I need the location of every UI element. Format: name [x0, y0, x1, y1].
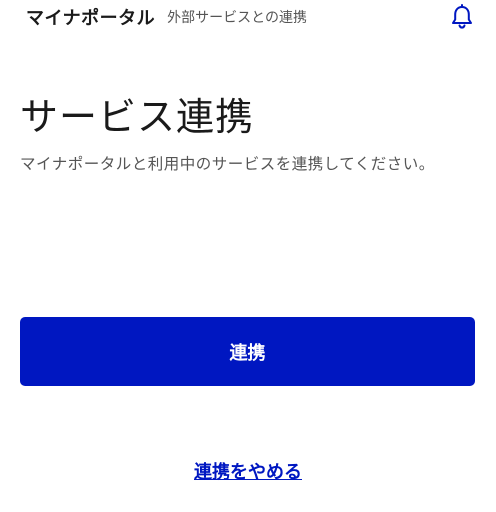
page-description: マイナポータルと利用中のサービスを連携してください。 — [20, 155, 435, 173]
app-header: マイナポータル 外部サービスとの連携 — [0, 0, 496, 34]
header-subtitle: 外部サービスとの連携 — [167, 10, 308, 26]
notification-bell-icon[interactable] — [450, 4, 474, 30]
app-title: マイナポータル — [26, 8, 156, 29]
page: マイナポータル 外部サービスとの連携 サービス連携 マイナポータルと利用中のサー… — [0, 0, 496, 512]
cancel-connection-link[interactable]: 連携をやめる — [0, 458, 496, 484]
page-title: サービス連携 — [20, 95, 255, 139]
connect-button[interactable]: 連携 — [20, 317, 475, 386]
